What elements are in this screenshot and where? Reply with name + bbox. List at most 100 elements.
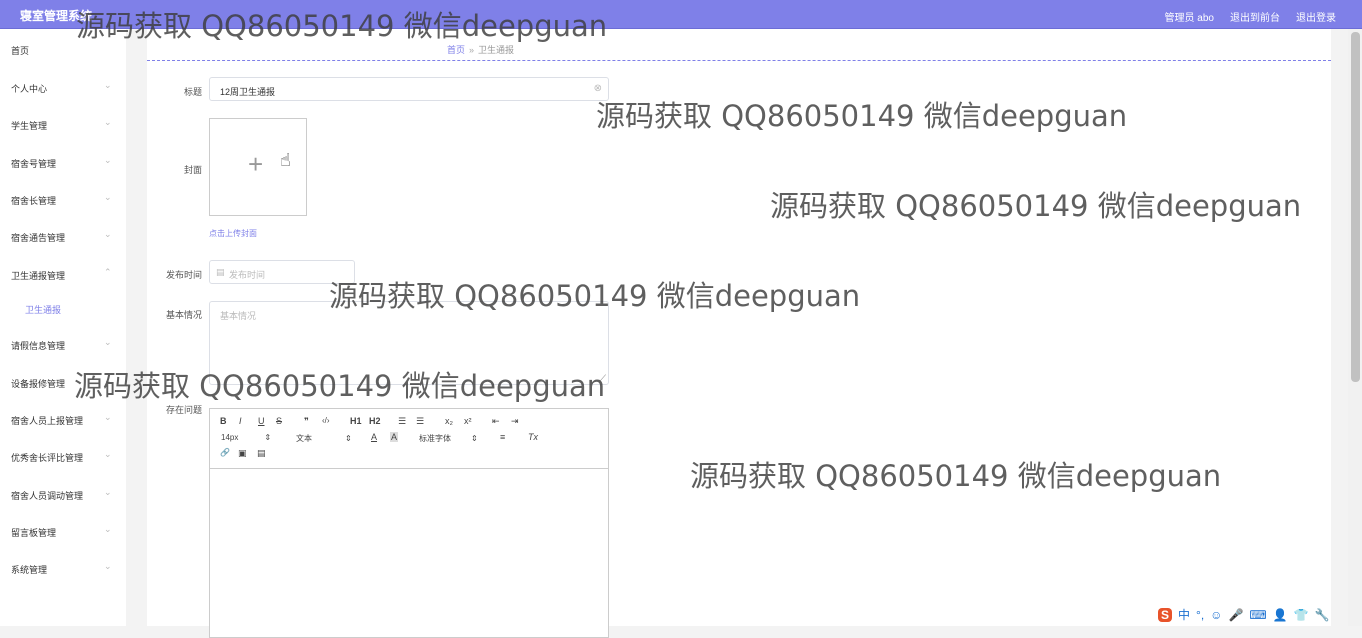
strike-button[interactable]: S <box>276 416 282 426</box>
sidebar-item-dorm-leader[interactable]: 宿舍长管理 ⌄ <box>0 190 126 210</box>
link-button[interactable]: 🔗 <box>220 448 230 457</box>
user-icon[interactable]: 👤 <box>1273 608 1288 622</box>
resize-grip-icon[interactable]: ⟋ <box>600 373 606 384</box>
sidebar-item-label: 设备报修管理 <box>11 379 66 389</box>
form-panel: 首页» 卫生通报 标题 12周卫生通报 ⊗ 封面 + ☝ 点击上传封面 发布时间 … <box>147 29 1331 638</box>
blockquote-button[interactable]: ❞ <box>304 416 309 427</box>
sidebar-item-excellent-leader[interactable]: 优秀舍长评比管理 ⌄ <box>0 447 126 467</box>
hand-cursor-icon: ☝ <box>280 150 291 170</box>
page-scrollbar[interactable] <box>1348 29 1362 626</box>
paragraph-select[interactable]: 文本 ⇕ <box>296 433 352 444</box>
subscript-button[interactable]: x₂ <box>445 416 453 426</box>
code-button[interactable]: ‹/› <box>322 416 330 425</box>
sidebar-item-label: 个人中心 <box>11 84 48 94</box>
publish-time-placeholder: 发布时间 <box>229 270 266 280</box>
rich-text-editor: B I U S ❞ ‹/› H1 H2 ☰ ☰ x₂ x² ⇤ ⇥ 14px ⇕ … <box>209 408 609 638</box>
wrench-icon[interactable]: 🔧 <box>1315 608 1330 622</box>
sogou-logo-icon[interactable]: S <box>1158 607 1173 622</box>
back-to-front-link[interactable]: 退出到前台 <box>1230 9 1280 24</box>
chevron-down-icon: ⌄ <box>104 487 112 497</box>
sidebar-item-dorm-notice[interactable]: 宿舍通告管理 ⌄ <box>0 227 126 247</box>
align-button[interactable]: ≡ <box>500 432 505 442</box>
ordered-list-button[interactable]: ☰ <box>398 416 406 427</box>
ime-toolbar: S 中 °, ☺ 🎤 ⌨ 👤 👕 🔧 <box>1156 603 1362 626</box>
sidebar-item-label: 请假信息管理 <box>11 341 66 351</box>
outdent-button[interactable]: ⇤ <box>492 416 500 427</box>
sidebar-item-label: 卫生通报管理 <box>11 271 66 281</box>
font-family-select[interactable]: 标准字体 ⇕ <box>419 433 478 444</box>
breadcrumb-home[interactable]: 首页 <box>447 45 465 55</box>
current-user: 管理员 abo <box>1164 13 1214 24</box>
publish-time-picker[interactable]: ▤ 发布时间 <box>209 260 355 284</box>
app-title: 寝室管理系统 <box>20 9 93 23</box>
title-field[interactable]: 12周卫生通报 ⊗ <box>209 77 609 101</box>
h2-button[interactable]: H2 <box>369 416 381 426</box>
issues-label: 存在问题 <box>165 405 202 415</box>
sidebar-item-leave[interactable]: 请假信息管理 ⌄ <box>0 335 126 355</box>
sidebar-item-label: 宿舍通告管理 <box>11 233 66 243</box>
bold-button[interactable]: B <box>220 416 227 426</box>
skin-icon[interactable]: 👕 <box>1294 608 1309 622</box>
image-button[interactable]: ▣ <box>238 448 247 459</box>
underline-button[interactable]: U <box>258 416 265 426</box>
chevron-down-icon: ⌄ <box>104 412 112 422</box>
sidebar-item-transfer[interactable]: 宿舍人员调动管理 ⌄ <box>0 485 126 505</box>
bullet-list-button[interactable]: ☰ <box>416 416 424 427</box>
indent-button[interactable]: ⇥ <box>511 416 519 427</box>
editor-toolbar: B I U S ❞ ‹/› H1 H2 ☰ ☰ x₂ x² ⇤ ⇥ 14px ⇕ … <box>210 409 608 469</box>
sidebar-item-dorm-number[interactable]: 宿舍号管理 ⌄ <box>0 153 126 173</box>
basic-info-textarea[interactable]: 基本情况 ⟋ <box>209 301 609 385</box>
chevron-down-icon: ⌄ <box>104 80 112 90</box>
sidebar-item-system[interactable]: 系统管理 ⌄ <box>0 559 126 579</box>
chevron-up-icon: ⌃ <box>104 267 112 277</box>
chevron-down-icon: ⌄ <box>104 155 112 165</box>
sidebar-subitem-hygiene-report[interactable]: 卫生通报 <box>0 299 126 319</box>
chevron-down-icon: ⌄ <box>104 192 112 202</box>
input-mode-icon[interactable]: 中 <box>1178 606 1190 623</box>
sidebar-item-label: 宿舍人员上报管理 <box>11 416 84 426</box>
sidebar-item-label: 留言板管理 <box>11 528 57 538</box>
select-arrow-icon: ⇕ <box>471 434 478 443</box>
microphone-icon[interactable]: 🎤 <box>1228 608 1243 622</box>
logout-link[interactable]: 退出登录 <box>1296 9 1336 24</box>
clear-icon[interactable]: ⊗ <box>594 83 602 94</box>
chevron-down-icon: ⌄ <box>104 561 112 571</box>
upload-tip: 点击上传封面 <box>209 229 257 238</box>
chevron-down-icon: ⌄ <box>104 229 112 239</box>
keyboard-icon[interactable]: ⌨ <box>1249 608 1266 622</box>
top-right-links: 管理员 abo 退出到前台 退出登录 <box>1165 9 1336 24</box>
sidebar-item-hygiene[interactable]: 卫生通报管理 ⌃ <box>0 265 126 285</box>
clean-format-button[interactable]: Tx <box>528 432 538 442</box>
sidebar-item-personal[interactable]: 个人中心 ⌄ <box>0 78 126 98</box>
font-size-select[interactable]: 14px ⇕ <box>221 433 271 442</box>
top-bar: 寝室管理系统 管理员 abo 退出到前台 退出登录 <box>0 0 1362 29</box>
breadcrumb-separator: » <box>469 45 475 55</box>
sidebar-item-repair[interactable]: 设备报修管理 ⌄ <box>0 373 126 393</box>
emoji-icon[interactable]: ☺ <box>1210 608 1222 622</box>
font-size-value: 14px <box>221 433 239 442</box>
sidebar-item-guestbook[interactable]: 留言板管理 ⌄ <box>0 522 126 542</box>
sidebar-item-label: 卫生通报 <box>25 305 62 315</box>
chevron-down-icon: ⌄ <box>104 375 112 385</box>
italic-button[interactable]: I <box>239 416 242 426</box>
editor-content-area[interactable] <box>210 469 608 637</box>
punctuation-icon[interactable]: °, <box>1196 608 1204 622</box>
title-label: 标题 <box>183 87 202 97</box>
cover-label: 封面 <box>183 165 202 175</box>
sidebar-item-label: 宿舍号管理 <box>11 159 57 169</box>
cover-uploader[interactable]: + ☝ <box>209 118 307 216</box>
chevron-down-icon: ⌄ <box>104 449 112 459</box>
superscript-button[interactable]: x² <box>464 416 472 426</box>
sidebar-item-home[interactable]: 首页 <box>0 40 126 60</box>
h1-button[interactable]: H1 <box>350 416 362 426</box>
plus-icon: + <box>248 149 264 179</box>
sidebar-item-report[interactable]: 宿舍人员上报管理 ⌄ <box>0 410 126 430</box>
scrollbar-thumb[interactable] <box>1351 32 1360 382</box>
divider <box>147 60 1331 61</box>
text-color-button[interactable]: A <box>371 432 377 442</box>
video-button[interactable]: ▤ <box>257 448 266 459</box>
calendar-icon: ▤ <box>216 267 225 277</box>
select-arrow-icon: ⇕ <box>264 433 272 442</box>
sidebar-item-students[interactable]: 学生管理 ⌄ <box>0 115 126 135</box>
background-color-button[interactable]: A <box>390 432 399 442</box>
